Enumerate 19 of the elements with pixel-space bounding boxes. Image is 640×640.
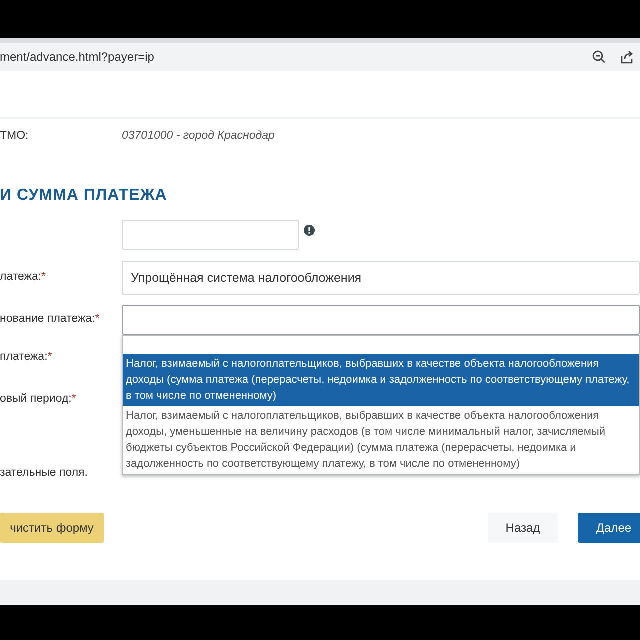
combo-field[interactable] bbox=[122, 305, 640, 335]
field-label: нование платежа:* bbox=[0, 313, 100, 326]
select-field[interactable]: Упрощённая система налогообложения bbox=[122, 261, 640, 295]
field-label: платежа:* bbox=[0, 351, 52, 364]
required-note: зательные поля. bbox=[0, 466, 89, 481]
field-label: овый период:* bbox=[0, 393, 76, 406]
zoom-out-icon[interactable] bbox=[592, 50, 606, 64]
dropdown-option[interactable]: Налог, взимаемый с налогоплательщиков, выбравших в качестве объекта налогообложения доходы, уменьшенные на величину расходов (в том числе минимальный налог, зачисляемый бюджеты субъектов Российской Федерации) (сумма платежа (перерасчеты, недоимка и задолженность по соответствующему платежу, в том числе по отмененному) bbox=[123, 406, 639, 474]
dropdown-option[interactable]: Налог, взимаемый с налогоплательщиков, выбравших в качестве объекта налогообложения доходы (сумма платежа (перерасчеты, недоимка и задолженность по соответствующему платежу, в том числе по отмененному) bbox=[123, 354, 639, 406]
field-value: 03701000 - город Краснодар bbox=[122, 129, 275, 144]
text-input[interactable] bbox=[122, 220, 299, 250]
back-button[interactable]: Назад bbox=[488, 513, 558, 543]
info-icon[interactable] bbox=[304, 225, 315, 236]
share-icon[interactable] bbox=[620, 50, 634, 64]
section-heading: И СУММА ПЛАТЕЖА bbox=[0, 186, 168, 206]
field-label: ТМО: bbox=[0, 129, 30, 144]
next-button[interactable]: Далее bbox=[578, 513, 640, 543]
clear-form-button[interactable]: чистить форму bbox=[0, 513, 104, 543]
field-label: латежа:* bbox=[0, 271, 46, 284]
